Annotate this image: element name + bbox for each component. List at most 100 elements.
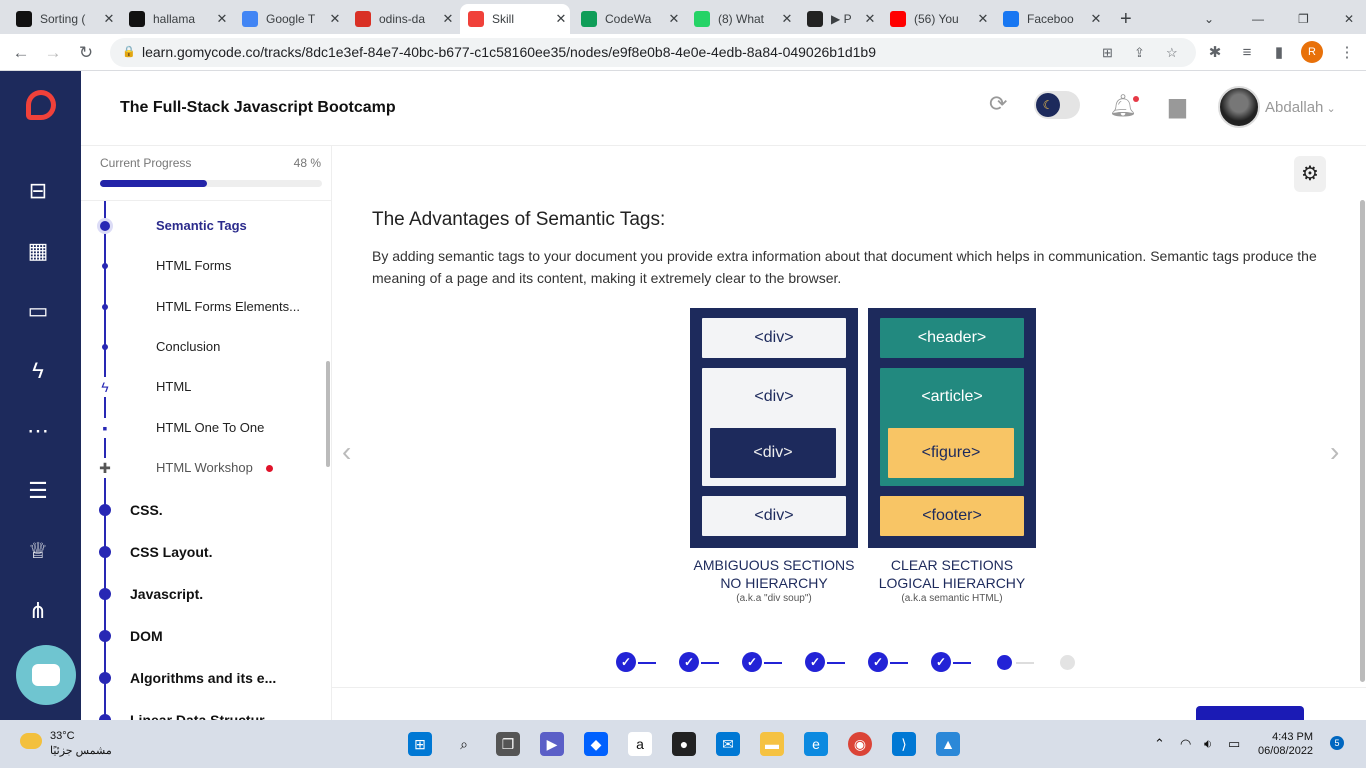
trophy-icon[interactable]: ♕ (24, 537, 52, 565)
sidebar-lesson-item[interactable]: HTML Workshop (156, 460, 253, 475)
browser-tab[interactable]: ▶ P ✕ (799, 4, 879, 34)
calendar-icon[interactable]: ▦ (24, 237, 52, 265)
step-completed-check-icon[interactable]: ✓ (868, 652, 888, 672)
messages-icon[interactable]: ⋯ (24, 417, 52, 445)
new-tab-button[interactable]: + (1112, 4, 1140, 34)
minimize-icon[interactable]: — (1244, 4, 1270, 34)
sidebar-scrollbar[interactable] (326, 361, 330, 467)
windows-start-icon[interactable]: ⊞ (408, 732, 432, 756)
step-current[interactable] (997, 655, 1012, 670)
weather-widget[interactable]: 33°C مشمس جزئيًا (20, 729, 112, 759)
document-icon[interactable]: ☰ (24, 477, 52, 505)
close-tab-icon[interactable]: ✕ (861, 11, 879, 27)
sidebar-lesson-item[interactable]: Semantic Tags (156, 218, 247, 233)
browser-tab[interactable]: odins-da ✕ (347, 4, 457, 34)
close-window-icon[interactable]: ✕ (1336, 4, 1362, 34)
username[interactable]: Abdallah ⌄ (1265, 99, 1336, 116)
volume-icon[interactable]: 🔉︎ (1204, 736, 1212, 752)
sidebar-section-item[interactable]: Linear Data Structur... (130, 712, 275, 720)
forward-icon[interactable]: → (42, 42, 64, 64)
wifi-icon[interactable]: ◠ (1180, 736, 1191, 752)
reload-icon[interactable]: ↻ (75, 42, 97, 64)
close-tab-icon[interactable]: ✕ (100, 11, 118, 27)
browser-tab[interactable]: (56) You ✕ (882, 4, 992, 34)
close-tab-icon[interactable]: ✕ (974, 11, 992, 27)
browser-tab[interactable]: Skill ✕ (460, 4, 570, 34)
address-bar[interactable]: 🔒 learn.gomycode.co/tracks/8dc1e3ef-84e7… (110, 38, 1196, 67)
gomycode-logo[interactable] (26, 90, 56, 120)
back-icon[interactable]: ← (10, 42, 32, 64)
settings-gear-icon[interactable]: ⚙ (1294, 156, 1326, 192)
battery-icon[interactable]: ▭ (1228, 736, 1240, 752)
page-scrollbar[interactable] (1360, 200, 1365, 682)
bolt-icon[interactable]: ϟ (24, 357, 52, 385)
search-icon[interactable]: ⌕ (452, 732, 476, 756)
close-tab-icon[interactable]: ✕ (439, 11, 457, 27)
file-explorer-icon[interactable]: ▬ (760, 732, 784, 756)
sidebar-lesson-item[interactable]: HTML Forms (156, 258, 231, 273)
menu-dots-icon[interactable]: ⋮ (1336, 42, 1358, 64)
clock[interactable]: 4:43 PM 06/08/2022 (1258, 730, 1313, 758)
maximize-icon[interactable]: ❐ (1290, 4, 1316, 34)
browser-tab[interactable]: Sorting (✕ (8, 4, 118, 34)
close-tab-icon[interactable]: ✕ (213, 11, 231, 27)
photos-icon[interactable]: ▲ (936, 732, 960, 756)
task-view-icon[interactable]: ❐ (496, 732, 520, 756)
browser-tab[interactable]: hallama ✕ (121, 4, 231, 34)
dropbox-icon[interactable]: ◆ (584, 732, 608, 756)
user-avatar[interactable] (1218, 86, 1260, 128)
sidebar-section-item[interactable]: CSS Layout. (130, 544, 212, 560)
close-tab-icon[interactable]: ✕ (326, 11, 344, 27)
browser-tab[interactable]: (8) What ✕ (686, 4, 796, 34)
browser-tab[interactable]: Faceboo ✕ (995, 4, 1105, 34)
step-completed-check-icon[interactable]: ✓ (679, 652, 699, 672)
amazon-icon[interactable]: a (628, 732, 652, 756)
close-tab-icon[interactable]: ✕ (665, 11, 683, 27)
chat-icon[interactable]: ▆ (1169, 93, 1186, 119)
close-tab-icon[interactable]: ✕ (552, 11, 570, 27)
close-tab-icon[interactable]: ✕ (1087, 11, 1105, 27)
prev-slide-arrow-icon[interactable]: ‹ (342, 436, 351, 468)
sidebar-lesson-item[interactable]: HTML (156, 379, 191, 394)
next-slide-arrow-icon[interactable]: › (1330, 436, 1339, 468)
vscode-icon[interactable]: ⟩ (892, 732, 916, 756)
sidebar-lesson-item[interactable]: Conclusion (156, 339, 220, 354)
sidebar-section-item[interactable]: CSS. (130, 502, 163, 518)
edge-icon[interactable]: e (804, 732, 828, 756)
support-chat-button[interactable] (16, 645, 76, 705)
close-tab-icon[interactable]: ✕ (778, 11, 796, 27)
side-panel-icon[interactable]: ▮ (1268, 42, 1290, 64)
chevron-down-icon[interactable]: ⌄ (1196, 4, 1222, 34)
media-control-icon[interactable]: ≡ (1236, 42, 1258, 64)
dark-mode-toggle[interactable]: ☾ (1034, 91, 1080, 119)
hierarchy-icon[interactable]: ⋔ (24, 597, 52, 625)
sidebar-lesson-item[interactable]: HTML Forms Elements... (156, 299, 300, 314)
step-upcoming[interactable] (1060, 655, 1075, 670)
step-completed-check-icon[interactable]: ✓ (616, 652, 636, 672)
step-completed-check-icon[interactable]: ✓ (742, 652, 762, 672)
share-icon[interactable]: ⇪ (1134, 38, 1145, 67)
refresh-icon[interactable]: ⟳ (989, 91, 1007, 117)
sidebar-section-item[interactable]: DOM (130, 628, 163, 644)
lesson-paragraph: By adding semantic tags to your document… (372, 248, 1317, 286)
profile-avatar[interactable]: R (1301, 41, 1323, 63)
browser-tab[interactable]: CodeWa ✕ (573, 4, 683, 34)
show-hidden-icons-icon[interactable]: ⌃ (1154, 736, 1165, 752)
step-completed-check-icon[interactable]: ✓ (931, 652, 951, 672)
browser-tab[interactable]: Google T ✕ (234, 4, 344, 34)
github-desktop-icon[interactable]: ● (672, 732, 696, 756)
translate-icon[interactable]: ⊞ (1102, 38, 1113, 67)
mail-icon[interactable]: ✉ (716, 732, 740, 756)
teams-chat-icon[interactable]: ▶ (540, 732, 564, 756)
laptop-icon[interactable]: ▭ (24, 297, 52, 325)
sidebar-section-item[interactable]: Algorithms and its e... (130, 670, 276, 686)
sidebar-lesson-item[interactable]: HTML One To One (156, 420, 264, 435)
chrome-icon[interactable]: ◉ (848, 732, 872, 756)
extensions-icon[interactable]: ✱ (1204, 42, 1226, 64)
step-completed-check-icon[interactable]: ✓ (805, 652, 825, 672)
sidebar-section-item[interactable]: Javascript. (130, 586, 203, 602)
bookmark-star-icon[interactable]: ☆ (1166, 38, 1178, 67)
semantic-html-panel: <header> <article> <figure> <footer> (868, 308, 1036, 548)
notification-badge[interactable]: 5 (1330, 736, 1344, 750)
tracks-icon[interactable]: ⊟ (24, 177, 52, 205)
